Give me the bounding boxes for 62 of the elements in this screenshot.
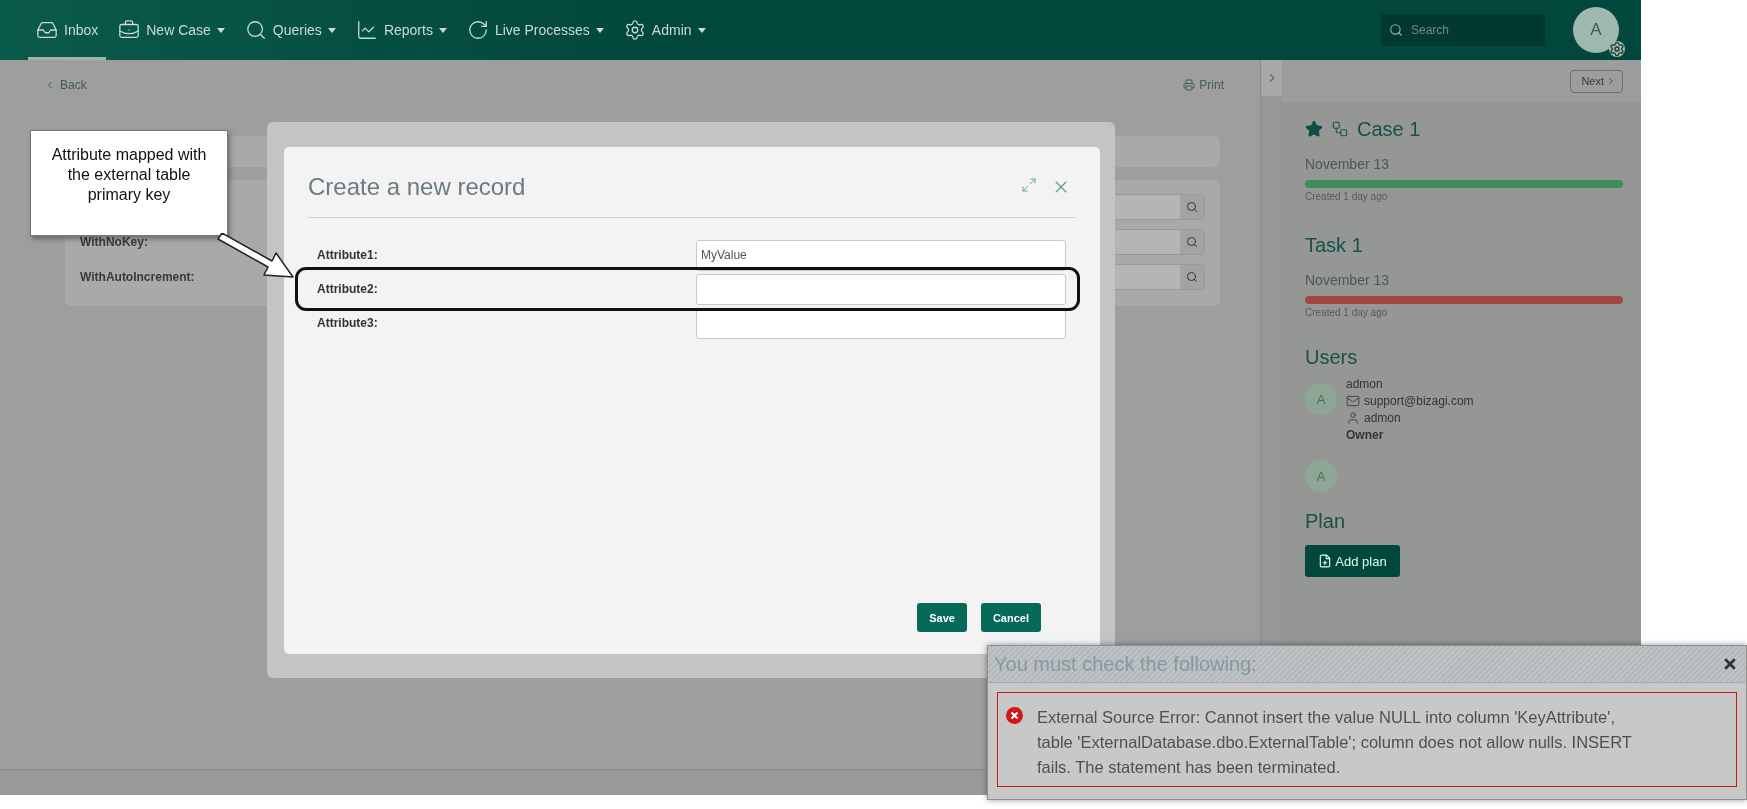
- save-button[interactable]: Save: [917, 603, 967, 632]
- inbox-icon: [36, 19, 58, 41]
- user-avatar: A: [1305, 460, 1337, 492]
- callout-note: Attribute mapped with the external table primary key: [30, 130, 228, 236]
- search-icon: [1186, 200, 1198, 213]
- created-text: Created 1 day ago: [1305, 191, 1389, 202]
- search-input[interactable]: Search: [1409, 22, 1529, 38]
- field-label: Attribute3:: [317, 316, 379, 330]
- printer-icon: [1183, 79, 1196, 91]
- search-icon: [244, 19, 267, 41]
- user-avatar[interactable]: A: [1573, 7, 1619, 53]
- caret-icon: [438, 27, 447, 33]
- close-icon[interactable]: [1722, 656, 1738, 672]
- user-email: support@bizagi.com: [1364, 394, 1474, 408]
- file-plus-icon: [1318, 554, 1333, 568]
- user-role: Owner: [1346, 428, 1385, 442]
- user-login: admon: [1364, 411, 1401, 425]
- nav-tab[interactable]: Reports: [347, 0, 455, 60]
- caret-icon: [697, 27, 706, 33]
- briefcase-icon: [118, 19, 141, 41]
- search-icon: [1389, 23, 1403, 37]
- nav-tab[interactable]: New Case: [110, 0, 233, 60]
- section-title: Plan: [1305, 510, 1347, 533]
- workflow-icon: [1331, 120, 1349, 138]
- refresh-icon: [466, 19, 489, 41]
- cancel-button[interactable]: Cancel: [980, 603, 1041, 632]
- caret-icon: [327, 27, 336, 33]
- field-label: Attribute2:: [317, 282, 379, 296]
- modal-title: Create a new record: [308, 173, 526, 201]
- user-icon: [1346, 411, 1360, 425]
- due-date: November 13: [1305, 156, 1391, 172]
- chart-icon: [355, 19, 378, 41]
- search-field[interactable]: Search: [1381, 14, 1545, 46]
- created-text: Created 1 day ago: [1305, 307, 1389, 318]
- expand-icon[interactable]: [1021, 177, 1037, 193]
- settings-icon: [623, 19, 646, 41]
- user-avatar: A: [1305, 383, 1337, 415]
- field-label: Attribute1:: [317, 248, 379, 262]
- settings-icon: [1609, 41, 1625, 57]
- case-title: Case 1: [1357, 117, 1421, 141]
- input-field[interactable]: [696, 273, 1066, 305]
- nav-tab[interactable]: Admin: [615, 0, 714, 60]
- next-button[interactable]: Next: [1570, 69, 1623, 93]
- star-icon[interactable]: [1305, 120, 1323, 138]
- nav-tab[interactable]: Live Processes: [458, 0, 612, 60]
- due-date: November 13: [1305, 272, 1391, 288]
- mail-icon: [1346, 394, 1360, 408]
- caret-icon: [595, 27, 604, 33]
- field-label: WithNoKey:: [80, 234, 148, 249]
- search-icon: [1186, 235, 1198, 248]
- field-label: WithAutoIncrement:: [80, 269, 195, 284]
- section-title: Users: [1305, 346, 1359, 369]
- dialog-title: You must check the following:: [994, 652, 1257, 676]
- add-plan-button[interactable]: Add plan: [1305, 545, 1400, 577]
- caret-icon: [216, 27, 225, 33]
- chevron-right-icon: [1606, 76, 1616, 86]
- user-name: admon: [1346, 377, 1384, 391]
- nav-tab[interactable]: Queries: [236, 0, 344, 60]
- task-title: Task 1: [1305, 233, 1363, 257]
- error-text: External Source Error: Cannot insert the value NULL into column 'KeyAttribute', table 'ExternalDatabase.dbo.ExternalTable'; column does not allow nulls. INSERT fails. The statement has been terminated.: [1037, 707, 1633, 778]
- error-icon: [1006, 707, 1023, 724]
- search-icon: [1186, 270, 1198, 283]
